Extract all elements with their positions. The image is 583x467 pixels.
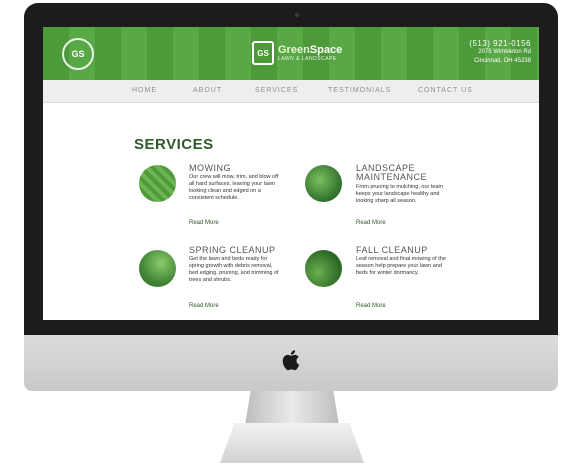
brand-badge-icon: GS [252,41,274,65]
webcam-icon [295,13,299,17]
mowing-description: Our crew will mow, trim, and blow off al… [189,174,279,201]
address-line-1: 2075 Wimbleton Rd [478,49,531,55]
main-nav: HOME ABOUT SERVICES TESTIMONIALS CONTACT… [43,80,539,103]
site-header: GS GS GreenSpace LAWN & LANDSCAPE (513) … [43,27,539,80]
landscape-description: From pruning to mulching, our team keeps… [356,184,444,204]
monitor-stand-base [220,423,364,463]
fall-cleanup-description: Leaf removal and final mowing of the sea… [356,256,446,276]
apple-logo-icon [282,350,300,371]
fall-cleanup-thumbnail[interactable] [305,250,342,287]
header-contact: (513) 921-0156 2075 Wimbleton Rd Cincinn… [469,39,531,66]
services-heading: SERVICES [134,136,214,153]
spring-cleanup-description: Get the lawn and beds ready for spring g… [189,256,279,283]
brand-logo[interactable]: GS GreenSpace LAWN & LANDSCAPE [252,41,342,65]
seal-logo[interactable]: GS [62,38,94,70]
nav-home[interactable]: HOME [132,87,157,94]
phone-number[interactable]: (513) 921-0156 [469,39,531,48]
nav-testimonials[interactable]: TESTIMONIALS [328,87,391,94]
address-line-2: Cincinnati, OH 45238 [473,58,531,64]
mowing-title[interactable]: MOWING [189,164,231,173]
spring-cleanup-read-more-link[interactable]: Read More [189,303,219,309]
brand-name: GreenSpace [278,44,342,56]
landscape-thumbnail[interactable] [305,165,342,202]
landscape-title[interactable]: LANDSCAPE MAINTENANCE [356,164,427,182]
mowing-read-more-link[interactable]: Read More [189,220,219,226]
mowing-thumbnail[interactable] [139,165,176,202]
nav-services[interactable]: SERVICES [255,87,298,94]
spring-cleanup-title[interactable]: SPRING CLEANUP [189,246,276,255]
fall-cleanup-title[interactable]: FALL CLEANUP [356,246,428,255]
nav-contact-us[interactable]: CONTACT US [418,87,473,94]
brand-name-space: Space [309,43,343,56]
monitor-stand-neck [245,391,339,425]
brand-name-green: Green [278,43,310,56]
nav-about[interactable]: ABOUT [193,87,222,94]
brand-tagline: LAWN & LANDSCAPE [278,55,337,62]
website-screen: GS GS GreenSpace LAWN & LANDSCAPE (513) … [43,27,539,320]
fall-cleanup-read-more-link[interactable]: Read More [356,303,386,309]
spring-cleanup-thumbnail[interactable] [139,250,176,287]
landscape-read-more-link[interactable]: Read More [356,220,386,226]
